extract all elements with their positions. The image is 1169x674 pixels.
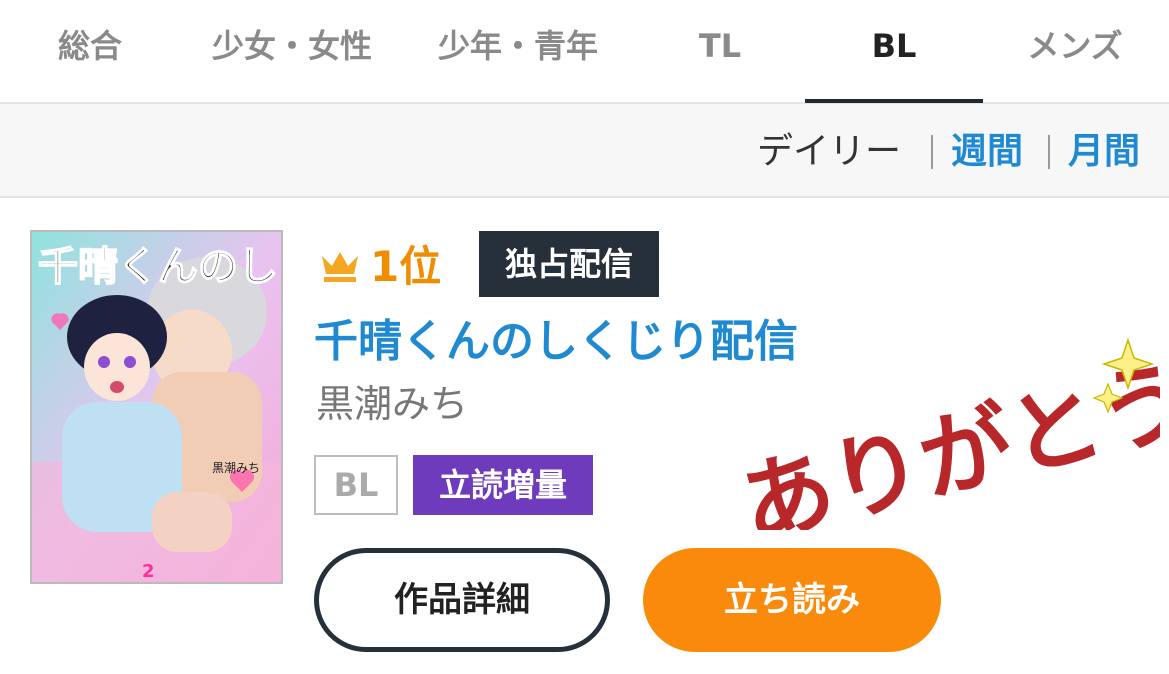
period-divider bbox=[931, 135, 933, 169]
exclusive-badge: 独占配信 bbox=[479, 231, 659, 297]
cover-title-art: 千晴くんのしくじり配信 bbox=[38, 244, 283, 290]
rank-label: 1位 bbox=[370, 242, 442, 291]
cover-author-art: 黒潮みち bbox=[212, 460, 260, 475]
work-detail-button[interactable]: 作品詳細 bbox=[314, 548, 610, 652]
book-cover-art: 千晴くんのしくじり配信 黒潮みち 2 bbox=[32, 232, 283, 582]
active-tab-indicator bbox=[805, 99, 983, 103]
period-daily[interactable]: デイリー bbox=[757, 130, 901, 174]
ranking-period-bar: デイリー 週間 月間 bbox=[0, 104, 1169, 198]
crown-icon bbox=[322, 252, 358, 282]
author-name[interactable]: 黒潮みち bbox=[316, 380, 468, 428]
thank-you-stamp: ありがとう bbox=[728, 337, 1160, 530]
tab-bl[interactable]: BL bbox=[805, 0, 983, 104]
period-divider bbox=[1048, 135, 1050, 169]
trial-tag: 立読増量 bbox=[413, 455, 593, 515]
tab-tl[interactable]: TL bbox=[640, 0, 800, 104]
tab-shounen-seinen[interactable]: 少年・青年 bbox=[418, 0, 618, 104]
period-weekly[interactable]: 週間 bbox=[951, 130, 1023, 174]
trial-read-button[interactable]: 立ち読み bbox=[643, 548, 941, 652]
genre-tag: BL bbox=[314, 455, 398, 515]
genre-tab-bar: 総合 少女・女性 少年・青年 TL BL メンズ bbox=[0, 0, 1169, 104]
cover-volume-number: 2 bbox=[142, 561, 155, 582]
book-cover[interactable]: 千晴くんのしくじり配信 黒潮みち 2 bbox=[30, 230, 283, 584]
tab-general[interactable]: 総合 bbox=[20, 0, 160, 104]
tab-shoujo-josei[interactable]: 少女・女性 bbox=[192, 0, 392, 104]
thank-you-stamp-text: ありがとう bbox=[730, 345, 1160, 530]
period-monthly[interactable]: 月間 bbox=[1068, 130, 1140, 174]
tab-mens[interactable]: メンズ bbox=[1000, 0, 1150, 104]
